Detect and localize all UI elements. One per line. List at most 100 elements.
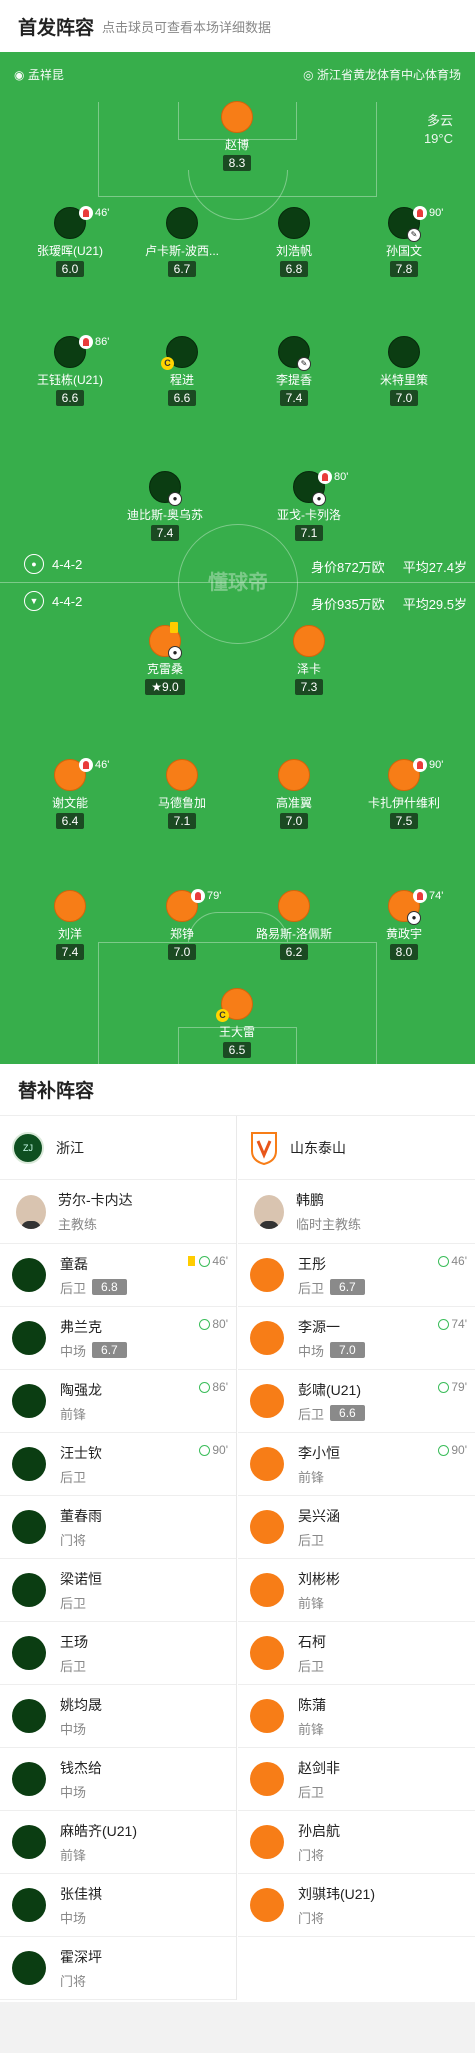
pitch-player-home-9[interactable]: ● 迪比斯-奥乌苏 7.4 (110, 471, 220, 542)
sub-player-row[interactable]: 刘骐玮(U21) 门将 (238, 1874, 475, 1937)
jersey-icon (250, 1636, 284, 1670)
player-name: 郑铮 (169, 927, 194, 941)
sub-player-row[interactable]: 陶强龙 前锋 86' (0, 1370, 236, 1433)
sub-minute: 90' (429, 759, 444, 771)
sub-in-minute: 80' (199, 1317, 228, 1331)
pitch-player-away-10[interactable]: C 王大雷 6.5 (182, 988, 292, 1059)
home-coach-row[interactable]: 劳尔-卡内达 主教练 (0, 1180, 236, 1244)
sub-player-row[interactable]: 赵剑非 后卫 (238, 1748, 475, 1811)
pitch-player-home-1[interactable]: 46' 张瑷晖(U21) 6.0 (15, 206, 125, 278)
sub-player-row[interactable]: 李源一 中场 7.0 74' (238, 1307, 475, 1370)
jersey-icon (12, 1888, 46, 1922)
sub-player-row[interactable]: 汪士钦 后卫 90' (0, 1433, 236, 1496)
pitch-player-away-2[interactable]: 46' 谢文能 6.4 (15, 758, 125, 830)
sub-in-minute-text: 86' (212, 1380, 228, 1394)
pitch-player-away-9[interactable]: 74' ● 黄政宇 8.0 (349, 889, 459, 961)
sub-player-meta: 前锋 (298, 1719, 326, 1738)
away-coach-row[interactable]: 韩鹏 临时主教练 (238, 1180, 475, 1244)
captain-icon: C (161, 357, 174, 370)
sub-player-row[interactable]: 王彤 后卫 6.7 46' (238, 1244, 475, 1307)
pitch-player-home-8[interactable]: 米特里策 7.0 (349, 336, 459, 407)
pitch-player-away-6[interactable]: 刘洋 7.4 (15, 890, 125, 961)
sub-player-name: 弗兰克 (60, 1318, 102, 1335)
jersey-icon (250, 1699, 284, 1733)
sub-player-row[interactable]: 刘彬彬 前锋 (238, 1559, 475, 1622)
sub-player-position: 前锋 (60, 1847, 87, 1863)
sub-player-name: 董春雨 (60, 1507, 102, 1524)
sub-player-position: 中场 (60, 1721, 87, 1737)
away-team-row[interactable]: 山东泰山 (238, 1116, 475, 1180)
sub-player-row[interactable]: 钱杰给 中场 (0, 1748, 236, 1811)
sub-player-info: 张佳祺 中场 (60, 1884, 102, 1927)
sub-player-row[interactable]: 麻皓齐(U21) 前锋 (0, 1811, 236, 1874)
pitch-player-away-4[interactable]: 高准翼 7.0 (239, 759, 349, 830)
player-name: 泽卡 (296, 662, 321, 676)
sub-player-row[interactable]: 孙启航 门将 (238, 1811, 475, 1874)
sub-player-info: 吴兴涵 后卫 (298, 1506, 340, 1549)
pitch-player-home-6[interactable]: C 程进 6.6 (127, 336, 237, 407)
pitch-player-away-5[interactable]: 90' 卡扎伊什维利 7.5 (349, 758, 459, 830)
sub-player-info: 刘骐玮(U21) 门将 (298, 1884, 375, 1927)
sub-player-info: 李小恒 前锋 (298, 1443, 340, 1486)
pitch-player-home-4[interactable]: 90' ✎ 孙国文 7.8 (349, 206, 459, 278)
pitch-player-away-8[interactable]: 路易斯-洛佩斯 6.2 (239, 890, 349, 961)
jersey-icon (166, 759, 198, 791)
watermark-logo: 懂球帝 (208, 572, 268, 594)
sub-player-meta: 后卫 (60, 1593, 102, 1612)
pitch-player-away-7[interactable]: 79' 郑铮 7.0 (127, 889, 237, 961)
pitch-player-away-3[interactable]: 马德鲁加 7.1 (127, 759, 237, 830)
sub-in-minute: 90' (199, 1443, 228, 1457)
pitch-player-home-3[interactable]: 刘浩帆 6.8 (239, 207, 349, 278)
sub-player-row[interactable]: 李小恒 前锋 90' (238, 1433, 475, 1496)
sub-in-minute: 79' (438, 1380, 467, 1394)
jersey-icon: C (161, 336, 198, 370)
pitch-player-home-10[interactable]: 80' ● 亚戈-卡列洛 7.1 (254, 470, 364, 542)
sub-player-row[interactable]: 吴兴涵 后卫 (238, 1496, 475, 1559)
player-rating: 7.5 (389, 813, 419, 829)
sub-player-row[interactable]: 梁诺恒 后卫 (0, 1559, 236, 1622)
sub-player-info: 童磊 后卫 6.8 (60, 1254, 127, 1297)
sub-player-info: 钱杰给 中场 (60, 1758, 102, 1801)
player-rating: 6.7 (167, 261, 197, 277)
sub-in-minute: 86' (199, 1380, 228, 1394)
sub-player-row[interactable]: 陈蒲 前锋 (238, 1685, 475, 1748)
star-icon: ★ (151, 680, 163, 694)
lineup-header: 首发阵容 点击球员可查看本场详细数据 (0, 0, 475, 52)
sub-player-row[interactable]: 张佳祺 中场 (0, 1874, 236, 1937)
sub-in-minute-text: 46' (451, 1254, 467, 1268)
sub-player-row[interactable]: 姚均晟 中场 (0, 1685, 236, 1748)
pitch-player-home-7[interactable]: ✎ 李提香 7.4 (239, 336, 349, 407)
sub-player-row[interactable]: 石柯 后卫 (238, 1622, 475, 1685)
sub-player-name: 彭啸(U21) (298, 1381, 362, 1398)
jersey-icon: 80' ● (293, 470, 348, 506)
pitch-player-away-1[interactable]: 泽卡 7.3 (254, 625, 364, 696)
sub-player-row[interactable]: 弗兰克中场 6.7 80' (0, 1307, 236, 1370)
sub-player-position: 后卫 (298, 1784, 325, 1800)
sub-player-info: 石柯 后卫 (298, 1632, 326, 1675)
sub-player-meta: 中场 (60, 1782, 102, 1801)
sub-player-meta: 门将 (60, 1530, 102, 1549)
sub-player-meta: 门将 (298, 1908, 375, 1927)
away-team-name: 山东泰山 (290, 1139, 346, 1156)
pitch-player-home-5[interactable]: 86' 王钰栋(U21) 6.6 (15, 335, 125, 407)
pitch: ◉ 孟祥昆 ◎ 浙江省黄龙体育中心体育场 多云 19°C 懂球帝 ● 4-4-2 身… (0, 52, 475, 1064)
player-name: 李提香 (275, 373, 312, 387)
sub-player-rating: 6.8 (92, 1279, 127, 1295)
sub-player-meta: 中场 6.7 (60, 1341, 127, 1360)
player-rating: 7.4 (150, 525, 180, 541)
pitch-player-home-0[interactable]: 赵博 8.3 (182, 101, 292, 172)
pitch-player-away-0[interactable]: ● 克雷桑 ★9.0 (110, 622, 220, 696)
sub-player-row[interactable]: 彭啸(U21) 后卫 6.6 79' (238, 1370, 475, 1433)
player-name: 米特里策 (379, 373, 428, 387)
sub-player-name: 赵剑非 (298, 1759, 340, 1776)
jersey-icon (278, 890, 310, 922)
player-rating: 6.6 (55, 390, 85, 406)
sub-player-row[interactable]: 霍深坪 门将 (0, 1937, 236, 2000)
player-rating: 7.4 (55, 944, 85, 960)
sub-player-row[interactable]: 王玚 后卫 (0, 1622, 236, 1685)
sub-in-icon (199, 1444, 211, 1456)
home-team-row[interactable]: ZJ 浙江 (0, 1116, 236, 1180)
pitch-player-home-2[interactable]: 卢卡斯-波西... 6.7 (127, 207, 237, 278)
sub-player-row[interactable]: 董春雨 门将 (0, 1496, 236, 1559)
sub-player-row[interactable]: 童磊 后卫 6.8 46' (0, 1244, 236, 1307)
